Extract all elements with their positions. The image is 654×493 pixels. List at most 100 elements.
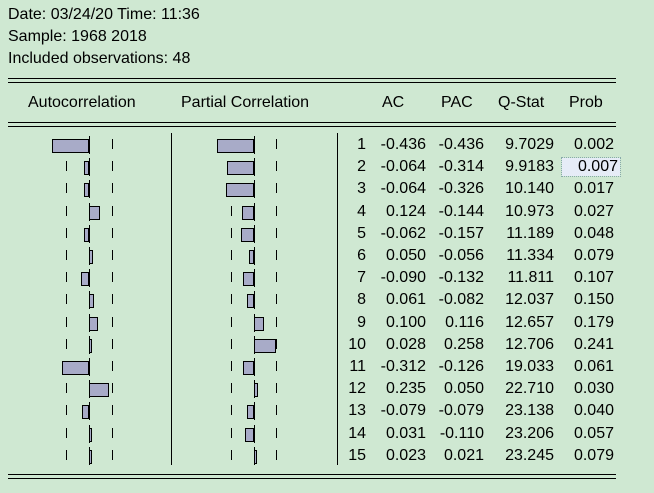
- prob-cell[interactable]: 0.241: [560, 336, 614, 354]
- prob-cell[interactable]: 0.061: [560, 358, 614, 376]
- prob-cell[interactable]: 0.027: [560, 203, 614, 221]
- qstat-cell[interactable]: 23.138: [490, 402, 554, 420]
- pac-bar: [244, 427, 254, 442]
- ac-band-right: [112, 227, 113, 238]
- ac-band-right: [112, 361, 113, 371]
- prob-cell[interactable]: 0.017: [560, 180, 614, 198]
- lag-cell[interactable]: 4: [342, 203, 366, 221]
- qstat-cell[interactable]: 23.206: [490, 425, 554, 443]
- pac-band-right: [276, 183, 277, 194]
- prob-cell[interactable]: 0.150: [560, 291, 614, 309]
- qstat-cell[interactable]: 11.189: [490, 225, 554, 243]
- lag-cell[interactable]: 13: [342, 402, 366, 420]
- pac-cell[interactable]: 0.021: [430, 447, 484, 465]
- ac-band-left: [66, 227, 67, 238]
- qstat-cell[interactable]: 12.657: [490, 314, 554, 332]
- pac-band-right: [276, 361, 277, 371]
- qstat-cell[interactable]: 19.033: [490, 358, 554, 376]
- qstat-cell[interactable]: 10.973: [490, 203, 554, 221]
- pac-bar: [216, 139, 254, 153]
- pac-band-right: [276, 294, 277, 305]
- ac-cell[interactable]: 0.050: [370, 247, 426, 265]
- pac-cell[interactable]: -0.056: [430, 247, 484, 265]
- ac-band-right: [112, 161, 113, 172]
- qstat-cell[interactable]: 11.811: [490, 269, 554, 287]
- ac-cell[interactable]: -0.064: [370, 180, 426, 198]
- lag-cell[interactable]: 15: [342, 447, 366, 465]
- prob-cell[interactable]: 0.007: [561, 157, 621, 178]
- prob-cell[interactable]: 0.107: [560, 269, 614, 287]
- pac-cell[interactable]: -0.144: [430, 203, 484, 221]
- pac-cell[interactable]: 0.258: [430, 336, 484, 354]
- lag-cell[interactable]: 9: [342, 314, 366, 332]
- header-rule-bottom-2: [8, 126, 616, 127]
- prob-cell[interactable]: 0.048: [560, 225, 614, 243]
- pac-bar: [254, 316, 264, 331]
- pac-cell[interactable]: -0.110: [430, 425, 484, 443]
- lag-cell[interactable]: 12: [342, 380, 366, 398]
- ac-band-right: [112, 294, 113, 305]
- lag-cell[interactable]: 7: [342, 269, 366, 287]
- pac-band-right: [276, 139, 277, 149]
- qstat-cell[interactable]: 10.140: [490, 180, 554, 198]
- prob-cell[interactable]: 0.040: [560, 402, 614, 420]
- table-row: 15 0.023 0.021 23.245 0.079: [0, 445, 654, 467]
- pac-band-left: [231, 338, 232, 349]
- pac-cell[interactable]: -0.326: [430, 180, 484, 198]
- ac-cell[interactable]: -0.064: [370, 158, 426, 176]
- pac-cell[interactable]: 0.116: [430, 314, 484, 332]
- pac-cell[interactable]: -0.157: [430, 225, 484, 243]
- qstat-cell[interactable]: 12.037: [490, 291, 554, 309]
- prob-cell[interactable]: 0.002: [560, 136, 614, 154]
- lag-cell[interactable]: 8: [342, 291, 366, 309]
- prob-cell[interactable]: 0.179: [560, 314, 614, 332]
- table-row: 12 0.235 0.050 22.710 0.030: [0, 378, 654, 400]
- pac-cell[interactable]: -0.314: [430, 158, 484, 176]
- ac-cell[interactable]: 0.061: [370, 291, 426, 309]
- ac-band-left: [66, 338, 67, 349]
- pac-cell[interactable]: -0.079: [430, 402, 484, 420]
- lag-cell[interactable]: 10: [342, 336, 366, 354]
- qstat-cell[interactable]: 9.7029: [490, 136, 554, 154]
- ac-band-right: [112, 383, 113, 394]
- ac-band-left: [66, 183, 67, 194]
- lag-cell[interactable]: 1: [342, 136, 366, 154]
- ac-band-left: [66, 405, 67, 416]
- ac-cell[interactable]: 0.028: [370, 336, 426, 354]
- prob-cell[interactable]: 0.079: [560, 447, 614, 465]
- pac-bar: [241, 205, 254, 220]
- qstat-cell[interactable]: 12.706: [490, 336, 554, 354]
- prob-cell[interactable]: 0.030: [560, 380, 614, 398]
- lag-cell[interactable]: 5: [342, 225, 366, 243]
- pac-band-left: [231, 427, 232, 438]
- qstat-cell[interactable]: 22.710: [490, 380, 554, 398]
- ac-cell[interactable]: -0.090: [370, 269, 426, 287]
- pac-cell[interactable]: -0.082: [430, 291, 484, 309]
- lag-cell[interactable]: 3: [342, 180, 366, 198]
- ac-cell[interactable]: 0.124: [370, 203, 426, 221]
- lag-cell[interactable]: 2: [342, 158, 366, 176]
- ac-cell[interactable]: 0.031: [370, 425, 426, 443]
- ac-cell[interactable]: -0.062: [370, 225, 426, 243]
- pac-cell[interactable]: 0.050: [430, 380, 484, 398]
- pac-cell[interactable]: -0.126: [430, 358, 484, 376]
- ac-cell[interactable]: 0.235: [370, 380, 426, 398]
- pac-cell[interactable]: -0.132: [430, 269, 484, 287]
- prob-cell[interactable]: 0.079: [560, 247, 614, 265]
- ac-cell[interactable]: -0.436: [370, 136, 426, 154]
- pac-band-left: [231, 383, 232, 394]
- prob-cell[interactable]: 0.057: [560, 425, 614, 443]
- qstat-cell[interactable]: 11.334: [490, 247, 554, 265]
- qstat-cell[interactable]: 23.245: [490, 447, 554, 465]
- observations-label: Included observations: 48: [8, 50, 191, 67]
- lag-cell[interactable]: 6: [342, 247, 366, 265]
- ac-cell[interactable]: -0.079: [370, 402, 426, 420]
- lag-cell[interactable]: 11: [342, 358, 366, 376]
- qstat-cell[interactable]: 9.9183: [490, 158, 554, 176]
- ac-cell[interactable]: -0.312: [370, 358, 426, 376]
- lag-cell[interactable]: 14: [342, 425, 366, 443]
- ac-cell[interactable]: 0.023: [370, 447, 426, 465]
- pac-band-left: [231, 272, 232, 283]
- ac-cell[interactable]: 0.100: [370, 314, 426, 332]
- pac-cell[interactable]: -0.436: [430, 136, 484, 154]
